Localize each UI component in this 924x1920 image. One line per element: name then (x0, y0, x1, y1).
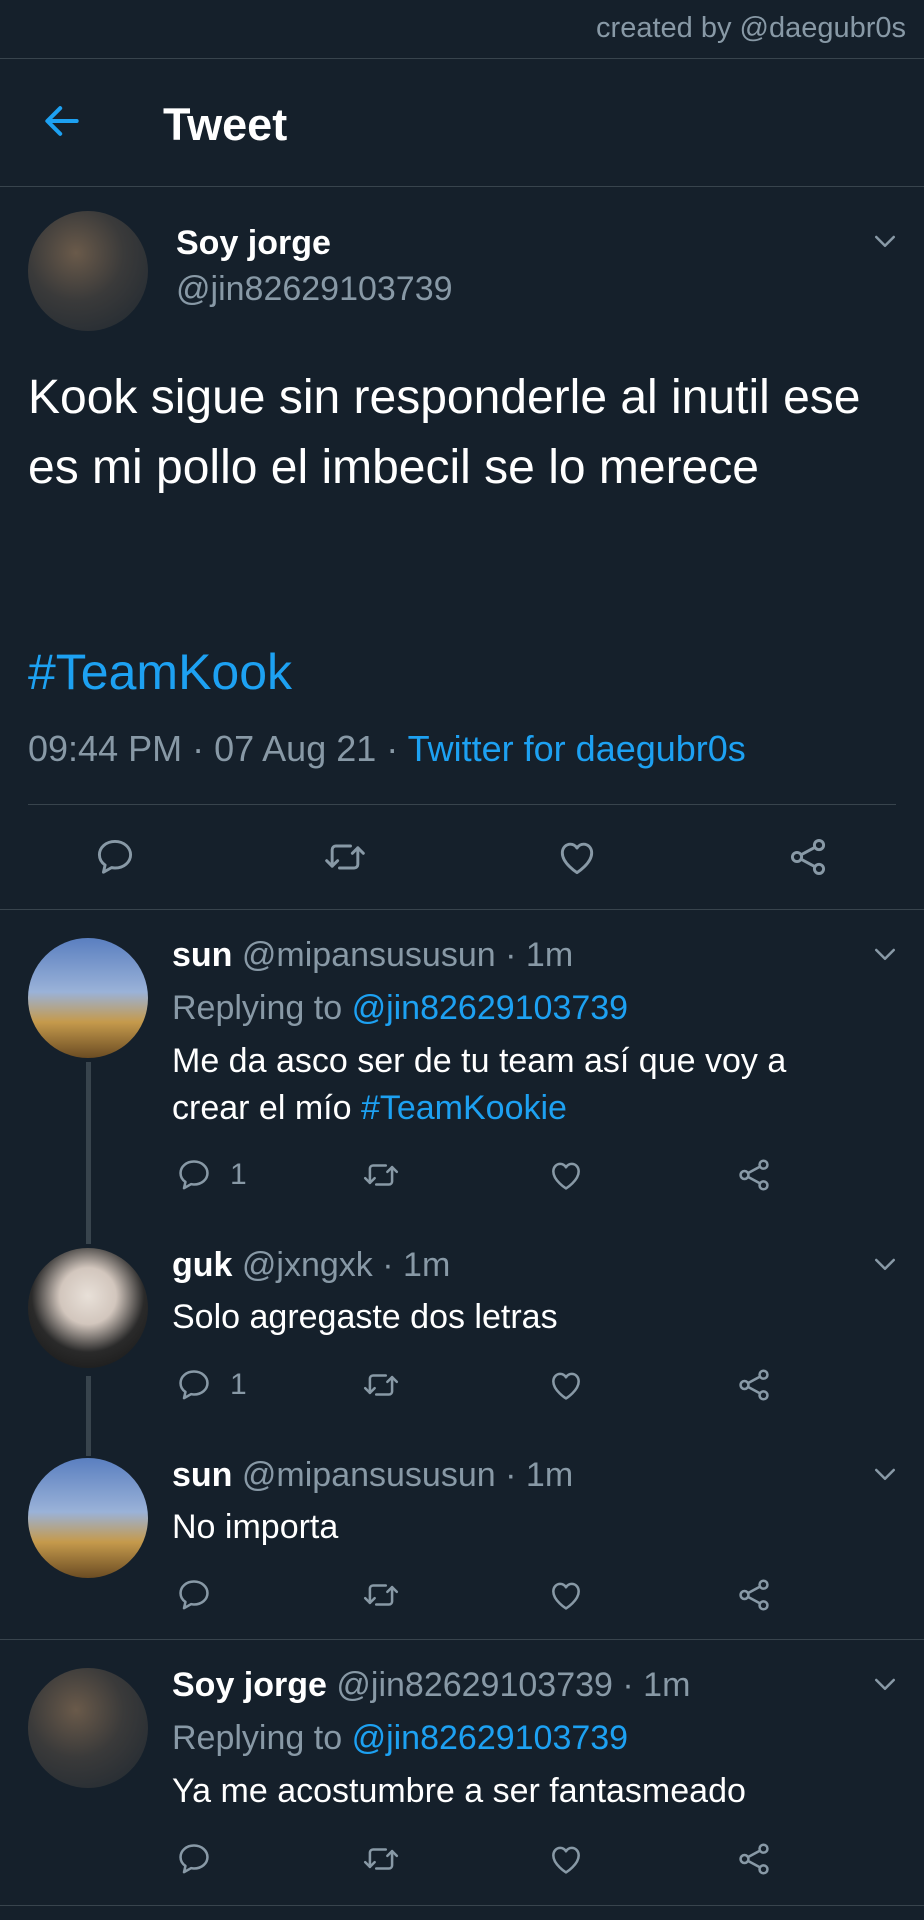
like-icon[interactable] (555, 835, 599, 879)
replying-label: Replying to (172, 1719, 343, 1757)
chevron-down-icon[interactable] (870, 1250, 900, 1280)
dot-separator: · (382, 1246, 404, 1284)
chevron-down-icon[interactable] (870, 1460, 900, 1490)
reply-text: Ya me acostumbre a ser fantasmeado (172, 1772, 746, 1810)
replying-to: Replying to @jin82629103739 (172, 1719, 628, 1758)
author-name[interactable]: guk (172, 1246, 232, 1284)
reply-header: Soy jorge @jin82629103739 · 1m (172, 1666, 690, 1705)
retweet-icon[interactable] (362, 1156, 400, 1194)
author-handle[interactable]: @jin82629103739 (336, 1666, 613, 1704)
share-icon[interactable] (735, 1576, 773, 1614)
tweet-source[interactable]: Twitter for daegubr0s (408, 728, 746, 769)
divider (0, 1905, 924, 1906)
chevron-down-icon[interactable] (870, 227, 900, 257)
reply-header: guk @jxngxk · 1m (172, 1246, 450, 1285)
like-icon[interactable] (547, 1156, 585, 1194)
retweet-icon[interactable] (362, 1576, 400, 1614)
reply-text: Solo agregaste dos letras (172, 1298, 558, 1336)
reply-header: sun @mipansususun · 1m (172, 936, 573, 975)
reply-tweet: guk @jxngxk · 1m Solo agregaste dos letr… (0, 1210, 924, 1420)
reply-text: No importa (172, 1508, 339, 1546)
reply-header: sun @mipansususun · 1m (172, 1456, 573, 1495)
tweet-text: Kook sigue sin responderle al inutil ese… (28, 371, 861, 494)
retweet-icon[interactable] (362, 1840, 400, 1878)
reply-icon[interactable] (175, 1366, 213, 1404)
like-icon[interactable] (547, 1366, 585, 1404)
replying-mention[interactable]: @jin82629103739 (352, 1719, 629, 1757)
retweet-icon[interactable] (362, 1366, 400, 1404)
chevron-down-icon[interactable] (870, 1670, 900, 1700)
back-arrow-icon[interactable] (40, 99, 84, 143)
author-handle[interactable]: @mipansususun (242, 936, 496, 974)
author-name[interactable]: Soy jorge (176, 224, 331, 263)
tweet-hashtag[interactable]: #TeamKook (28, 643, 292, 701)
reply-time: 1m (403, 1246, 451, 1284)
share-icon[interactable] (735, 1156, 773, 1194)
author-handle[interactable]: @mipansususun (242, 1456, 496, 1494)
dot-separator: · (622, 1666, 644, 1704)
meta-separator: · (192, 728, 215, 769)
tweet-date: 07 Aug 21 (214, 728, 377, 769)
reply-time: 1m (643, 1666, 691, 1704)
reply-icon[interactable] (93, 835, 137, 879)
reply-hashtag[interactable]: #TeamKookie (361, 1089, 567, 1127)
tweet-actions (0, 812, 924, 902)
author-name[interactable]: sun (172, 936, 232, 974)
reply-count: 1 (230, 1368, 247, 1401)
meta-separator: · (386, 728, 408, 769)
header-bar: Tweet (0, 59, 924, 187)
dot-separator: · (505, 1456, 526, 1494)
author-handle[interactable]: @jxngxk (242, 1246, 373, 1284)
share-icon[interactable] (786, 835, 830, 879)
reply-text: Me da asco ser de tu team así que voy a … (172, 1038, 872, 1132)
chevron-down-icon[interactable] (870, 940, 900, 970)
author-name[interactable]: sun (172, 1456, 232, 1494)
like-icon[interactable] (547, 1576, 585, 1614)
reply-time: 1m (525, 1456, 574, 1494)
share-icon[interactable] (735, 1366, 773, 1404)
divider (28, 804, 896, 805)
like-icon[interactable] (547, 1840, 585, 1878)
author-name[interactable]: Soy jorge (172, 1666, 327, 1704)
share-icon[interactable] (735, 1840, 773, 1878)
dot-separator: · (505, 936, 526, 974)
avatar[interactable] (28, 1668, 148, 1788)
reply-icon[interactable] (175, 1840, 213, 1878)
replying-label: Replying to (172, 989, 343, 1027)
replying-to: Replying to @jin82629103739 (172, 989, 628, 1028)
avatar[interactable] (28, 1248, 148, 1368)
reply-tweet: sun @mipansususun · 1m Replying to @jin8… (0, 910, 924, 1210)
avatar[interactable] (28, 1458, 148, 1578)
reply-time: 1m (525, 936, 574, 974)
tweet-time: 09:44 PM (28, 728, 183, 769)
reply-tweet: sun @mipansususun · 1m No importa (0, 1420, 924, 1638)
main-tweet: Soy jorge @jin82629103739 Kook sigue sin… (0, 187, 924, 910)
watermark: created by @daegubr0s (596, 12, 906, 44)
avatar[interactable] (28, 211, 148, 331)
author-handle[interactable]: @jin82629103739 (176, 270, 453, 309)
reply-icon[interactable] (175, 1576, 213, 1614)
retweet-icon[interactable] (323, 835, 367, 879)
tweet-meta: 09:44 PM · 07 Aug 21 · Twitter for daegu… (28, 728, 746, 770)
reply-icon[interactable] (175, 1156, 213, 1194)
avatar[interactable] (28, 938, 148, 1058)
reply-count: 1 (230, 1158, 247, 1191)
replying-mention[interactable]: @jin82629103739 (352, 989, 629, 1027)
page-title: Tweet (163, 99, 288, 150)
reply-tweet: Soy jorge @jin82629103739 · 1m Replying … (0, 1640, 924, 1910)
